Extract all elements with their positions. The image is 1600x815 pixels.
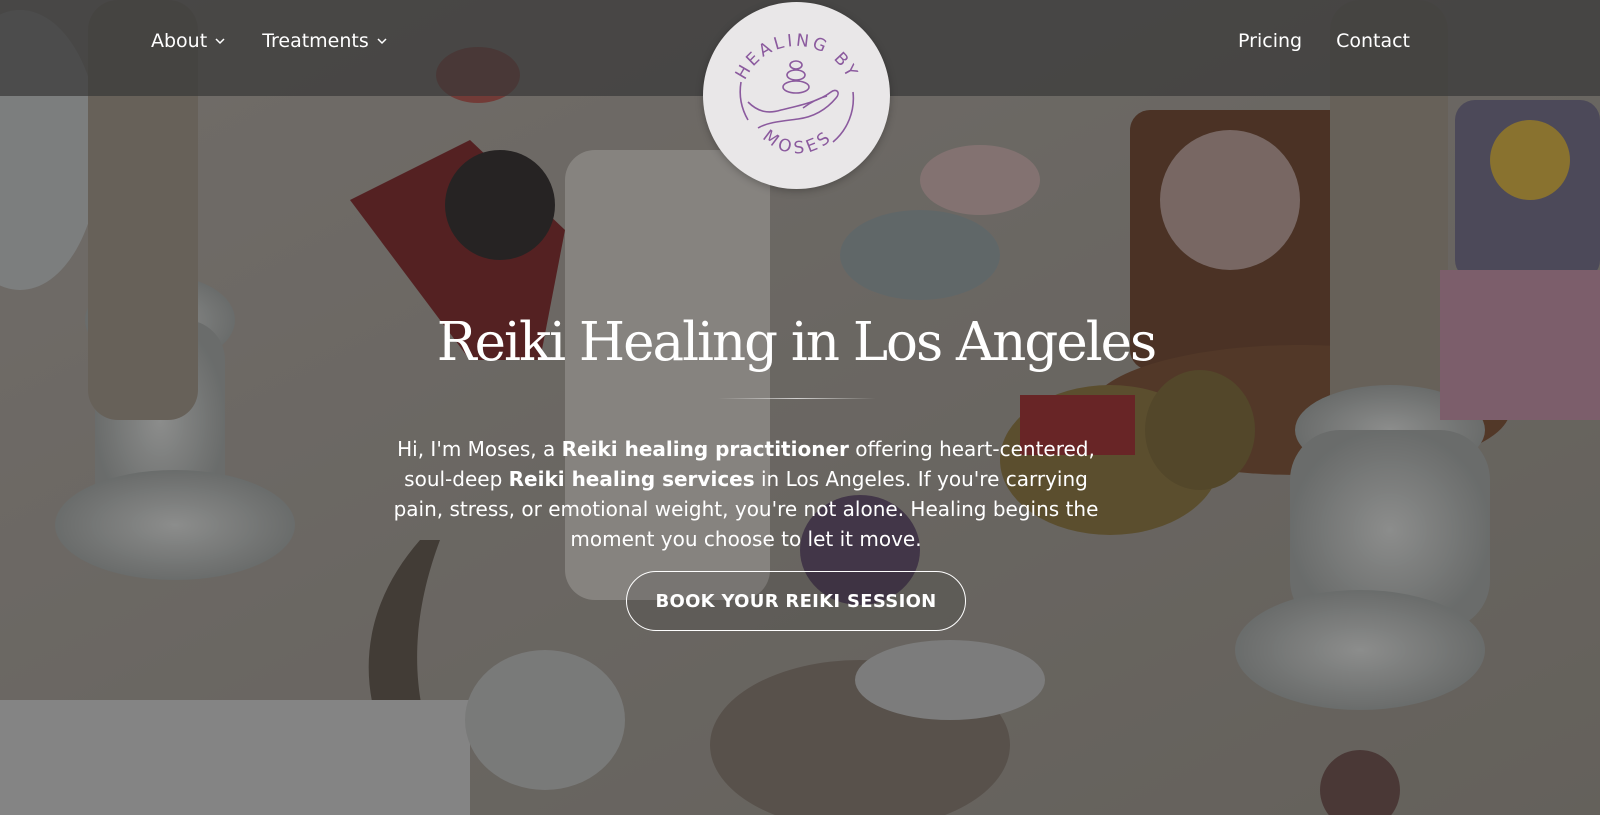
logo-text-bottom: MOSES (759, 126, 834, 159)
book-session-label: BOOK YOUR REIKI SESSION (655, 590, 937, 612)
nav-item-about[interactable]: About (151, 30, 226, 52)
book-session-button[interactable]: BOOK YOUR REIKI SESSION (626, 571, 966, 631)
intro-paragraph: Hi, I'm Moses, a Reiki healing practitio… (386, 434, 1106, 554)
nav-right: Pricing Contact (1238, 30, 1410, 52)
intro-text: Hi, I'm Moses, a (397, 437, 562, 461)
nav-item-pricing[interactable]: Pricing (1238, 30, 1302, 52)
logo-emblem: HEALING BY MOSES (732, 31, 863, 159)
intro-bold-services: Reiki healing services (508, 467, 755, 491)
nav-item-label: Pricing (1238, 30, 1303, 52)
nav-item-label: Treatments (262, 30, 369, 52)
chevron-down-icon (215, 38, 225, 45)
intro-bold-practitioner: Reiki healing practitioner (561, 437, 849, 461)
hero-section: About Treatments Pricing Contact HEALING… (0, 0, 1600, 815)
nav-item-treatments[interactable]: Treatments (262, 30, 388, 52)
title-divider (718, 398, 876, 399)
logo-text-top: HEALING BY (732, 31, 860, 83)
healing-by-moses-logo[interactable]: HEALING BY MOSES (703, 2, 890, 189)
chevron-down-icon (377, 38, 387, 45)
nav-left: About Treatments (151, 30, 388, 52)
page-title: Reiki Healing in Los Angeles (436, 312, 1157, 373)
nav-item-label: About (151, 30, 208, 52)
nav-item-label: Contact (1336, 30, 1410, 52)
svg-text:HEALING BY: HEALING BY (732, 31, 863, 83)
nav-item-contact[interactable]: Contact (1336, 30, 1410, 52)
svg-text:MOSES: MOSES (759, 126, 838, 159)
